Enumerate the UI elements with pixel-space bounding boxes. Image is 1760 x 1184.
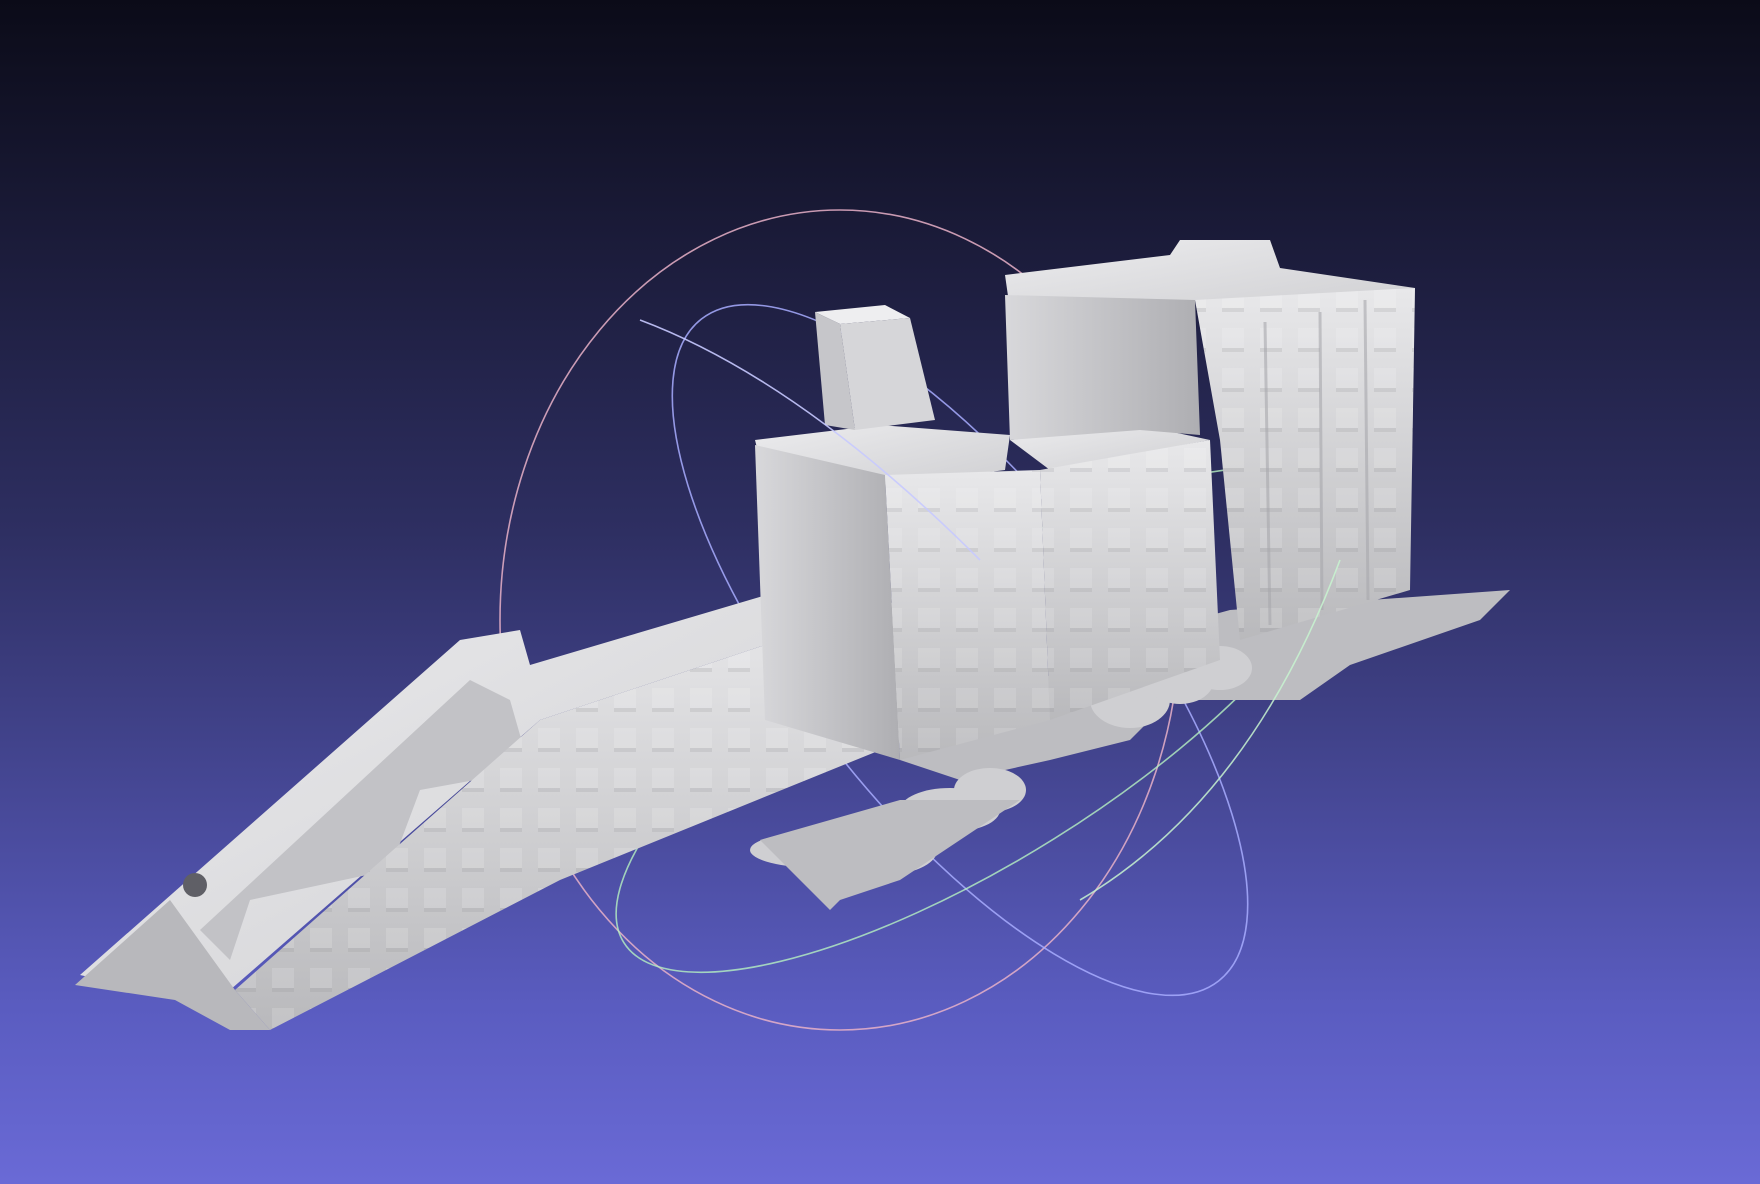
mesh-model[interactable] bbox=[75, 240, 1510, 1030]
central-block-windows bbox=[885, 470, 1050, 760]
scene-canvas[interactable] bbox=[0, 0, 1760, 1184]
pipe-opening bbox=[183, 873, 207, 897]
central-block-left-face bbox=[755, 445, 900, 760]
right-tower-windows bbox=[1195, 288, 1415, 640]
chimney-front bbox=[840, 318, 935, 430]
right-tower-left-face bbox=[1005, 295, 1200, 440]
ground-slab-left bbox=[760, 800, 1020, 910]
3d-viewport[interactable] bbox=[0, 0, 1760, 1184]
